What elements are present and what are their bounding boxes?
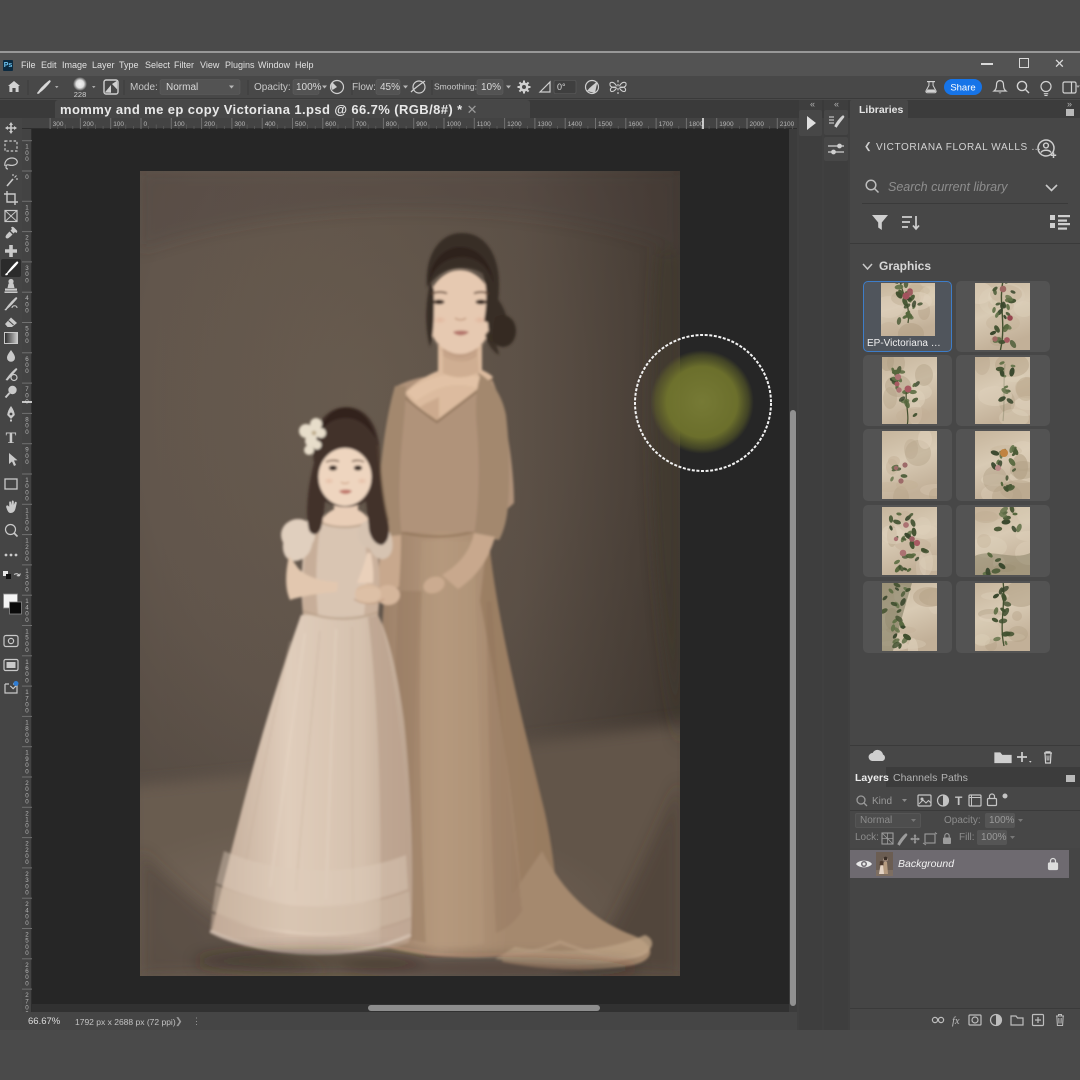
svg-text:0: 0 [25, 768, 29, 775]
svg-text:0: 0 [25, 338, 29, 345]
svg-text:300: 300 [53, 121, 64, 128]
svg-text:1600: 1600 [628, 121, 643, 128]
svg-text:T: T [955, 794, 963, 808]
svg-text:800: 800 [386, 121, 397, 128]
svg-text:0: 0 [25, 799, 29, 806]
svg-text:0: 0 [25, 526, 29, 533]
svg-text:0: 0 [25, 277, 29, 284]
svg-text:100: 100 [113, 121, 124, 128]
svg-text:0: 0 [25, 156, 29, 163]
svg-text:0: 0 [25, 587, 29, 594]
svg-text:1700: 1700 [659, 121, 674, 128]
svg-text:500: 500 [295, 121, 306, 128]
svg-text:1900: 1900 [719, 121, 734, 128]
svg-text:600: 600 [325, 121, 336, 128]
svg-text:1200: 1200 [507, 121, 522, 128]
svg-text:0: 0 [25, 738, 29, 745]
svg-text:0: 0 [25, 950, 29, 957]
svg-text:1400: 1400 [568, 121, 583, 128]
svg-text:0: 0 [25, 677, 29, 684]
svg-text:1100: 1100 [477, 121, 491, 128]
svg-text:1300: 1300 [537, 121, 552, 128]
svg-text:200: 200 [83, 121, 94, 128]
svg-text:2000: 2000 [750, 121, 765, 128]
svg-text:1500: 1500 [598, 121, 613, 128]
svg-text:Smoothing:: Smoothing: [434, 82, 477, 92]
svg-text:100: 100 [174, 121, 185, 128]
svg-text:100%: 100% [296, 82, 322, 93]
svg-text:0: 0 [25, 647, 29, 654]
svg-text:700: 700 [356, 121, 367, 128]
svg-text:Share: Share [950, 83, 975, 94]
svg-text:0: 0 [25, 496, 29, 503]
svg-text:0: 0 [25, 617, 29, 624]
svg-text:0: 0 [25, 890, 29, 897]
svg-text:0: 0 [25, 247, 29, 254]
svg-text:Opacity:: Opacity: [254, 82, 291, 93]
svg-text:0: 0 [25, 429, 29, 436]
svg-text:0: 0 [144, 121, 148, 128]
svg-text:0: 0 [25, 174, 29, 181]
svg-text:2100: 2100 [780, 121, 795, 128]
svg-text:Normal: Normal [166, 82, 198, 93]
svg-text:45%: 45% [380, 82, 400, 93]
svg-text:0: 0 [25, 829, 29, 836]
svg-text:fx: fx [952, 1016, 960, 1027]
svg-text:0: 0 [25, 980, 29, 987]
svg-text:400: 400 [265, 121, 276, 128]
svg-text:Mode:: Mode: [130, 82, 158, 93]
svg-text:Flow:: Flow: [352, 82, 376, 93]
svg-text:300: 300 [234, 121, 245, 128]
svg-text:1000: 1000 [447, 121, 462, 128]
svg-text:1800: 1800 [689, 121, 704, 128]
svg-text:0: 0 [25, 308, 29, 315]
svg-text:0: 0 [25, 556, 29, 563]
svg-text:0: 0 [25, 859, 29, 866]
svg-text:0: 0 [25, 708, 29, 715]
svg-text:0: 0 [25, 920, 29, 927]
svg-text:0: 0 [25, 459, 29, 466]
svg-text:900: 900 [416, 121, 427, 128]
svg-text:10%: 10% [481, 82, 501, 93]
svg-text:0: 0 [25, 368, 29, 375]
svg-text:T: T [6, 430, 17, 447]
svg-text:200: 200 [204, 121, 215, 128]
svg-text:Kind: Kind [872, 796, 892, 807]
svg-text:0°: 0° [557, 82, 566, 92]
svg-text:0: 0 [25, 217, 29, 224]
svg-text:228: 228 [74, 90, 87, 99]
